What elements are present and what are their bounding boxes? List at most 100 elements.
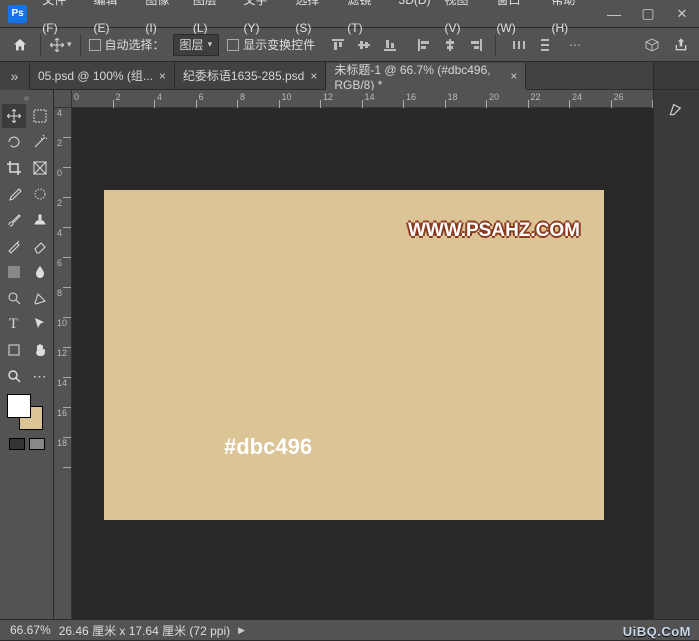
checkbox[interactable] [89,39,101,51]
ruler-tick: 2 [57,138,62,148]
checkbox[interactable] [227,39,239,51]
hand-tool[interactable] [28,338,52,362]
auto-select-toggle[interactable]: 自动选择： [89,36,165,53]
blur-tool[interactable] [28,260,52,284]
close-button[interactable]: ✕ [665,0,699,28]
spot-heal-tool[interactable] [28,182,52,206]
color-panel-icon[interactable] [665,96,689,120]
eraser-tool[interactable] [28,234,52,258]
ruler-tick: 16 [406,92,416,102]
edit-toolbar[interactable]: ⋯ [28,364,52,388]
status-bar: 66.67% 26.46 厘米 x 17.64 厘米 (72 ppi) ▶ [0,619,699,641]
clone-stamp-tool[interactable] [28,208,52,232]
screenmode-toggle[interactable] [29,438,45,450]
dropdown-value: 图层 [180,36,204,53]
ruler-tick: 8 [57,288,62,298]
dodge-tool[interactable] [2,286,26,310]
tab-gutter-collapse[interactable]: » [0,62,30,90]
align-top-icon[interactable] [327,34,349,56]
titlebar: Ps 文件(F) 编辑(E) 图像(I) 图层(L) 文字(Y) 选择(S) 滤… [0,0,699,28]
separator [80,34,81,56]
workspace: « T ⋯ [0,90,699,619]
move-tool-icon[interactable]: ▾ [49,37,72,53]
home-icon[interactable] [8,33,32,57]
canvas[interactable]: WWW.PSAHZ.COM #dbc496 [104,190,604,520]
watermark-text: WWW.PSAHZ.COM [408,220,580,242]
shape-tool[interactable] [2,338,26,362]
history-brush-tool[interactable] [2,234,26,258]
ruler-corner [54,90,72,108]
share-icon[interactable] [671,35,691,55]
3d-mode-icon[interactable] [641,34,663,56]
horizontal-ruler[interactable]: 0 2 4 6 8 10 12 14 16 18 20 22 24 26 [72,90,653,108]
align-right-icon[interactable] [465,34,487,56]
quickmask-toggle[interactable] [9,438,25,450]
zoom-level[interactable]: 66.67% [10,623,51,637]
close-icon[interactable]: × [310,69,317,83]
close-icon[interactable]: × [159,69,166,83]
marquee-tool[interactable] [28,104,52,128]
document-tabs: 05.psd @ 100% (组... × 纪委标语1635-285.psd ×… [30,62,653,90]
close-icon[interactable]: × [510,69,517,83]
maximize-button[interactable]: ▢ [631,0,665,28]
auto-select-dropdown[interactable]: 图层 ▾ [173,34,220,56]
tab-label: 未标题-1 @ 66.7% (#dbc496, RGB/8) * [334,61,504,92]
gradient-tool[interactable] [2,260,26,284]
zoom-tool[interactable] [2,364,26,388]
vertical-ruler[interactable]: 4 2 0 2 4 6 8 10 12 14 16 18 [54,108,72,619]
document-tab[interactable]: 纪委标语1635-285.psd × [175,62,326,89]
more-options-icon[interactable]: ⋯ [564,34,586,56]
panel-collapse-icon[interactable]: « [0,92,53,104]
ruler-tick: 18 [448,92,458,102]
brush-tool[interactable] [2,208,26,232]
ruler-tick: 6 [57,258,62,268]
distribute-h-icon[interactable] [508,34,530,56]
ruler-tick: 2 [57,198,62,208]
align-left-icon[interactable] [413,34,435,56]
ruler-tick: 6 [199,92,204,102]
ruler-tick: 10 [57,318,67,328]
chevron-right-icon[interactable]: ▶ [238,625,245,636]
separator [495,34,496,56]
align-group-2 [413,34,487,56]
ruler-tick: 18 [57,438,67,448]
ruler-tick: 4 [57,228,62,238]
align-bottom-icon[interactable] [379,34,401,56]
eyedropper-tool[interactable] [2,182,26,206]
tab-label: 05.psd @ 100% (组... [38,67,153,84]
ruler-tick: 26 [614,92,624,102]
path-select-tool[interactable] [28,312,52,336]
page-watermark: UiBQ.CoM [623,624,691,639]
document-dimensions: 26.46 厘米 x 17.64 厘米 (72 ppi) [59,622,230,639]
ruler-tick: 10 [282,92,292,102]
ruler-tick: 20 [489,92,499,102]
align-hcenter-icon[interactable] [439,34,461,56]
type-tool[interactable]: T [2,312,26,336]
foreground-swatch[interactable] [7,394,31,418]
document-tab[interactable]: 05.psd @ 100% (组... × [30,62,175,89]
ruler-tick: 14 [365,92,375,102]
distribute-group [508,34,556,56]
window-controls: — ▢ ✕ [597,0,699,28]
document-tab-active[interactable]: 未标题-1 @ 66.7% (#dbc496, RGB/8) * × [326,63,526,90]
pen-tool[interactable] [28,286,52,310]
ruler-tick: 22 [531,92,541,102]
ruler-tick: 0 [74,92,79,102]
color-swatches[interactable] [7,394,47,434]
app-logo: Ps [8,5,27,23]
ruler-tick: 8 [240,92,245,102]
show-transform-toggle[interactable]: 显示变换控件 [227,36,315,53]
crop-tool[interactable] [2,156,26,180]
ruler-tick: 24 [572,92,582,102]
tab-label: 纪委标语1635-285.psd [183,67,304,84]
move-tool[interactable] [2,104,26,128]
quickmask-screenmode [9,438,45,450]
document-area[interactable]: 0 2 4 6 8 10 12 14 16 18 20 22 24 26 4 2… [54,90,653,619]
magic-wand-tool[interactable] [28,130,52,154]
distribute-v-icon[interactable] [534,34,556,56]
frame-tool[interactable] [28,156,52,180]
lasso-tool[interactable] [2,130,26,154]
color-code-text: #dbc496 [224,434,312,460]
align-vcenter-icon[interactable] [353,34,375,56]
minimize-button[interactable]: — [597,0,631,28]
